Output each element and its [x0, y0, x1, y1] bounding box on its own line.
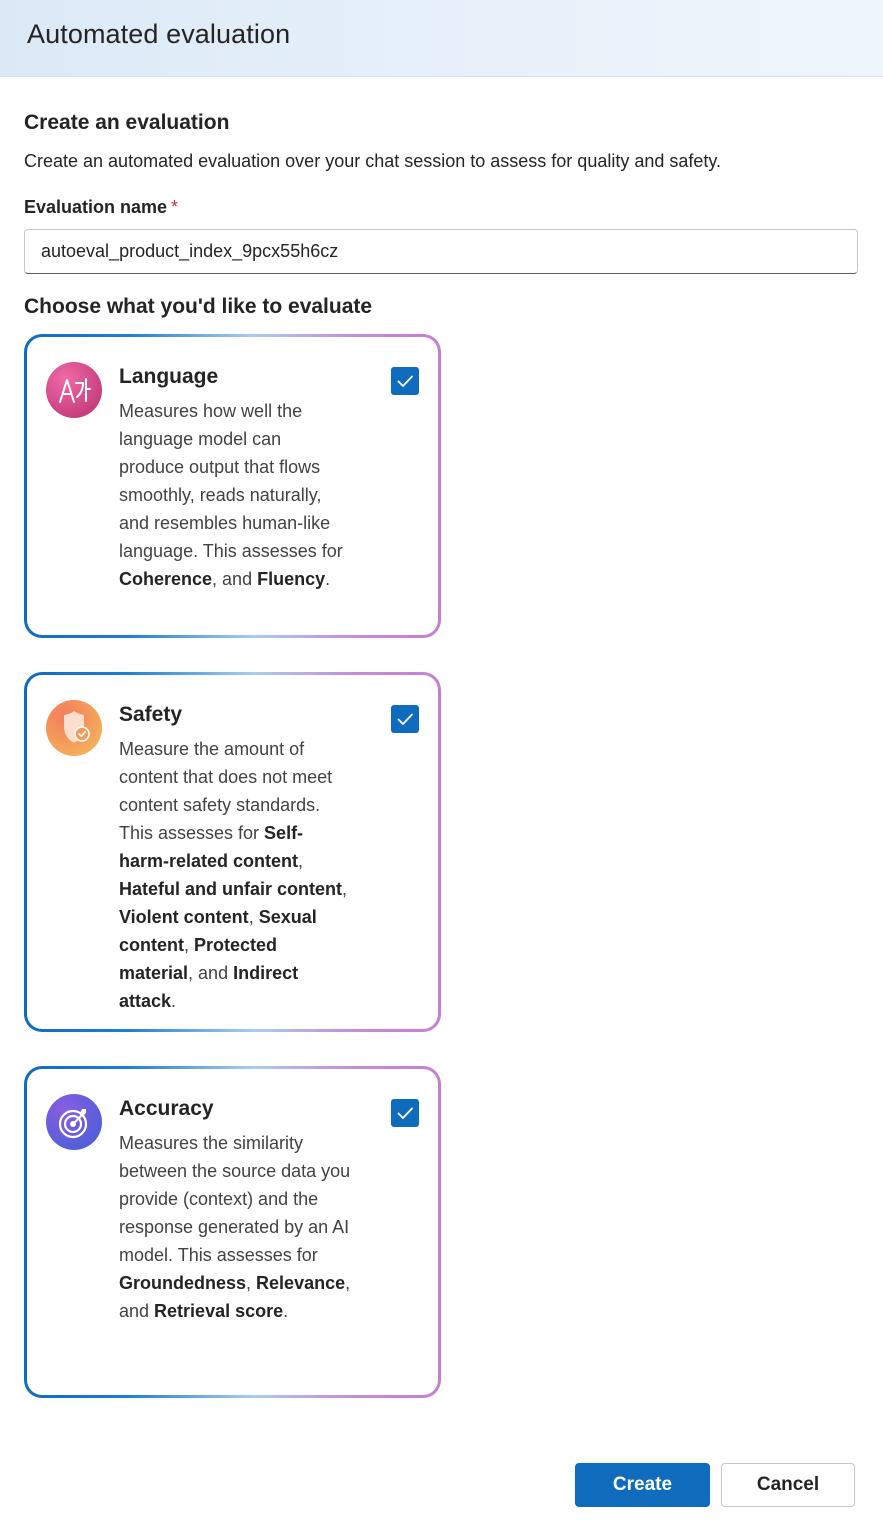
metric-name: Self-harm-related content: [119, 823, 304, 871]
evaluation-name-label: Evaluation name *: [24, 197, 178, 218]
required-marker: *: [171, 197, 179, 217]
choose-evaluate-title: Choose what you'd like to evaluate: [24, 295, 373, 318]
translate-icon: [46, 362, 102, 418]
section-description: Create an automated evaluation over your…: [24, 151, 722, 171]
card-title: Language: [119, 365, 219, 388]
metric-name: Violent content: [119, 907, 249, 927]
shield-check-icon: [46, 700, 102, 756]
language-checkbox[interactable]: [391, 367, 419, 395]
evaluation-card-accuracy[interactable]: Accuracy Measures the similarity between…: [24, 1066, 441, 1398]
metric-name: Groundedness: [119, 1273, 247, 1293]
target-icon: [46, 1094, 102, 1150]
evaluation-name-input[interactable]: [24, 229, 858, 274]
evaluation-card-safety[interactable]: Safety Measure the amount of content tha…: [24, 672, 441, 1032]
cancel-button[interactable]: Cancel: [721, 1463, 855, 1507]
card-description: Measures how well the language model can…: [119, 401, 343, 589]
checkmark-icon: [397, 375, 413, 387]
card-title: Safety: [119, 703, 183, 726]
metric-name: Coherence: [119, 569, 213, 589]
card-description: Measures the similarity between the sour…: [119, 1133, 351, 1321]
metric-name: Hateful and unfair content: [119, 879, 343, 899]
evaluation-name-label-text: Evaluation name: [24, 197, 168, 217]
safety-checkbox[interactable]: [391, 705, 419, 733]
accuracy-checkbox[interactable]: [391, 1099, 419, 1127]
checkmark-icon: [397, 1107, 413, 1119]
metric-name: Fluency: [257, 569, 326, 589]
panel-title: Automated evaluation: [27, 19, 291, 49]
metric-name: Relevance: [256, 1273, 346, 1293]
metric-name: Retrieval score: [154, 1301, 284, 1321]
checkmark-icon: [397, 713, 413, 725]
panel-header: Automated evaluation: [0, 0, 883, 77]
card-description: Measure the amount of content that does …: [119, 739, 348, 1011]
section-title: Create an evaluation: [24, 111, 230, 134]
create-button[interactable]: Create: [575, 1463, 710, 1507]
evaluation-card-language[interactable]: Language Measures how well the language …: [24, 334, 441, 638]
card-title: Accuracy: [119, 1097, 214, 1120]
